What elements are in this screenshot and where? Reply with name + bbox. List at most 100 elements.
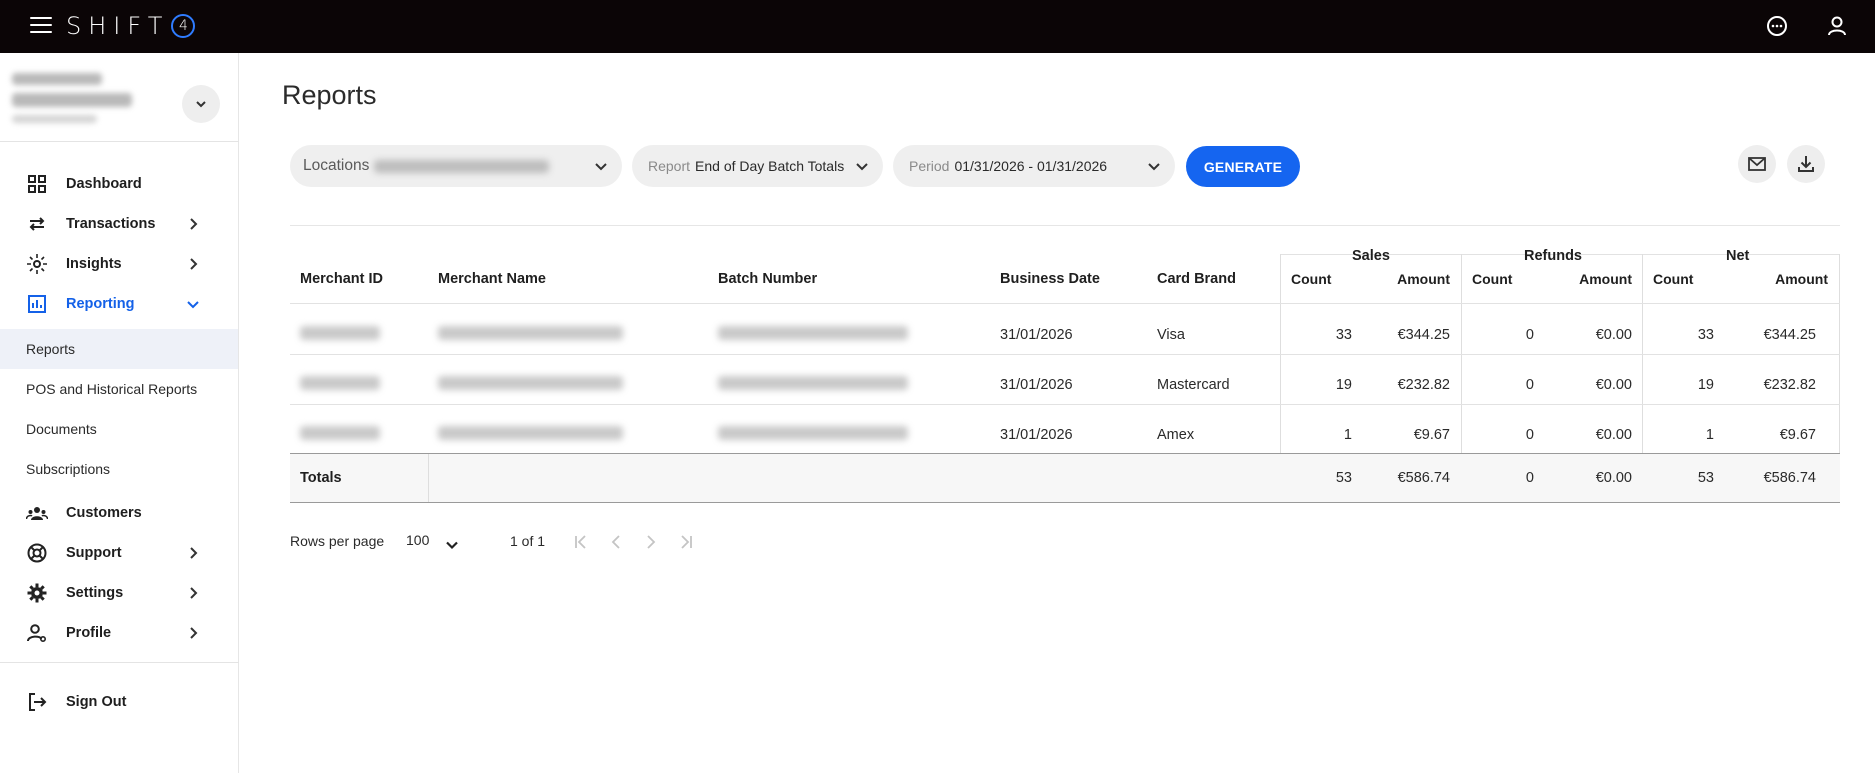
column-divider: [428, 454, 429, 502]
grid-icon: [26, 173, 48, 195]
chevron-down-icon: [187, 301, 199, 309]
report-filter[interactable]: Report End of Day Batch Totals: [632, 145, 883, 187]
sidebar-item-profile[interactable]: Profile: [0, 614, 238, 652]
previous-page-icon[interactable]: [607, 533, 625, 551]
net-count: 1: [1705, 427, 1714, 443]
report-value: End of Day Batch Totals: [695, 158, 845, 174]
sidebar-item-customers[interactable]: Customers: [0, 494, 238, 532]
next-page-icon[interactable]: [642, 533, 660, 551]
refunds-count: 0: [1525, 427, 1534, 443]
chevron-right-icon: [190, 547, 198, 559]
chevron-down-icon[interactable]: [444, 537, 460, 553]
sidebar-item-reporting[interactable]: Reporting: [0, 285, 238, 323]
merchant-name-redacted: [438, 326, 623, 340]
merchant-selector-redacted: [8, 67, 138, 129]
customers-icon: [26, 502, 48, 524]
chevron-down-icon: [1148, 163, 1160, 171]
locations-value-redacted: [374, 159, 550, 173]
sidebar-subitem-reports[interactable]: Reports: [0, 329, 238, 369]
locations-label: Locations: [303, 157, 370, 174]
chevron-down-icon: [595, 163, 607, 171]
header-net-count[interactable]: Count: [1653, 271, 1693, 287]
sidebar-item-support[interactable]: Support: [0, 534, 238, 572]
sidebar-subitem-subscriptions[interactable]: Subscriptions: [0, 449, 238, 489]
sparkle-icon: [26, 253, 48, 275]
card-brand: Amex: [1157, 427, 1195, 443]
chevron-right-icon: [190, 218, 198, 230]
chevron-right-icon: [190, 258, 198, 270]
sidebar-item-settings[interactable]: Settings: [0, 574, 238, 612]
gear-icon: [26, 582, 48, 604]
email-report-button[interactable]: [1738, 145, 1776, 183]
header-net-amount[interactable]: Amount: [1748, 271, 1828, 287]
sidebar: Dashboard Transactions Insights Reportin…: [0, 53, 239, 773]
chevron-down-icon: [196, 101, 206, 108]
logo[interactable]: SHIFT 4: [66, 12, 196, 40]
sidebar-divider: [0, 662, 239, 663]
sidebar-subitem-label: POS and Historical Reports: [26, 381, 198, 397]
sidebar-item-label: Customers: [66, 505, 142, 521]
sidebar-subitem-pos-historical-reports[interactable]: POS and Historical Reports: [0, 369, 238, 409]
net-count: 33: [1697, 327, 1714, 343]
totals-net-count: 53: [1697, 470, 1714, 486]
sidebar-item-label: Profile: [66, 625, 112, 641]
first-page-icon[interactable]: [572, 533, 590, 551]
business-date: 31/01/2026: [1000, 427, 1073, 443]
group-header-refunds: Refunds: [1524, 248, 1582, 264]
chat-icon[interactable]: [1764, 13, 1790, 39]
card-brand: Visa: [1157, 327, 1185, 343]
period-filter[interactable]: Period 01/31/2026 - 01/31/2026: [893, 145, 1175, 187]
header-card-brand[interactable]: Card Brand: [1157, 271, 1236, 287]
header-sales-count[interactable]: Count: [1291, 271, 1331, 287]
refunds-count: 0: [1525, 327, 1534, 343]
header-merchant-name[interactable]: Merchant Name: [438, 271, 546, 287]
last-page-icon[interactable]: [677, 533, 695, 551]
sales-count: 1: [1343, 427, 1352, 443]
merchant-name-redacted: [438, 376, 623, 390]
sign-out-label: Sign Out: [66, 694, 127, 710]
net-amount: €344.25: [1763, 327, 1816, 343]
header-refunds-count[interactable]: Count: [1472, 271, 1512, 287]
sidebar-item-transactions[interactable]: Transactions: [0, 205, 238, 243]
sign-out-button[interactable]: Sign Out: [0, 683, 238, 721]
row-divider: [290, 404, 1840, 405]
mail-icon: [1748, 157, 1766, 171]
account-switcher-button[interactable]: [182, 85, 220, 123]
header-sales-amount[interactable]: Amount: [1370, 271, 1450, 287]
totals-net-amount: €586.74: [1763, 470, 1816, 486]
download-report-button[interactable]: [1787, 145, 1825, 183]
top-bar: SHIFT 4: [0, 0, 1875, 53]
totals-refunds-amount: €0.00: [1595, 470, 1632, 486]
header-batch-number[interactable]: Batch Number: [718, 271, 817, 287]
row-divider: [290, 354, 1840, 355]
merchant-id-redacted: [300, 326, 380, 340]
batch-number-redacted: [718, 326, 908, 340]
header-border: [290, 303, 1840, 304]
download-icon: [1798, 156, 1814, 172]
rows-per-page-label: Rows per page: [290, 533, 385, 549]
sidebar-item-label: Transactions: [66, 216, 156, 232]
refunds-count: 0: [1525, 377, 1534, 393]
logo-text: SHIFT: [66, 12, 170, 40]
header-refunds-amount[interactable]: Amount: [1552, 271, 1632, 287]
totals-sales-amount: €586.74: [1397, 470, 1450, 486]
arrows-icon: [26, 213, 48, 235]
sidebar-item-label: Insights: [66, 256, 122, 272]
sales-amount: €9.67: [1413, 427, 1450, 443]
user-icon[interactable]: [1824, 13, 1850, 39]
period-label: Period: [909, 158, 950, 174]
menu-icon[interactable]: [30, 17, 52, 35]
generate-button[interactable]: GENERATE: [1186, 146, 1300, 187]
sidebar-subitem-documents[interactable]: Documents: [0, 409, 238, 449]
card-brand: Mastercard: [1157, 377, 1230, 393]
rows-per-page-select[interactable]: 100: [406, 532, 429, 548]
sidebar-item-insights[interactable]: Insights: [0, 245, 238, 283]
header-merchant-id[interactable]: Merchant ID: [300, 271, 383, 287]
sales-count: 33: [1335, 327, 1352, 343]
totals-sales-count: 53: [1335, 470, 1352, 486]
section-divider: [290, 225, 1840, 226]
header-business-date[interactable]: Business Date: [1000, 271, 1100, 287]
locations-filter[interactable]: Locations: [290, 145, 622, 187]
sidebar-item-dashboard[interactable]: Dashboard: [0, 165, 238, 203]
chevron-right-icon: [190, 587, 198, 599]
